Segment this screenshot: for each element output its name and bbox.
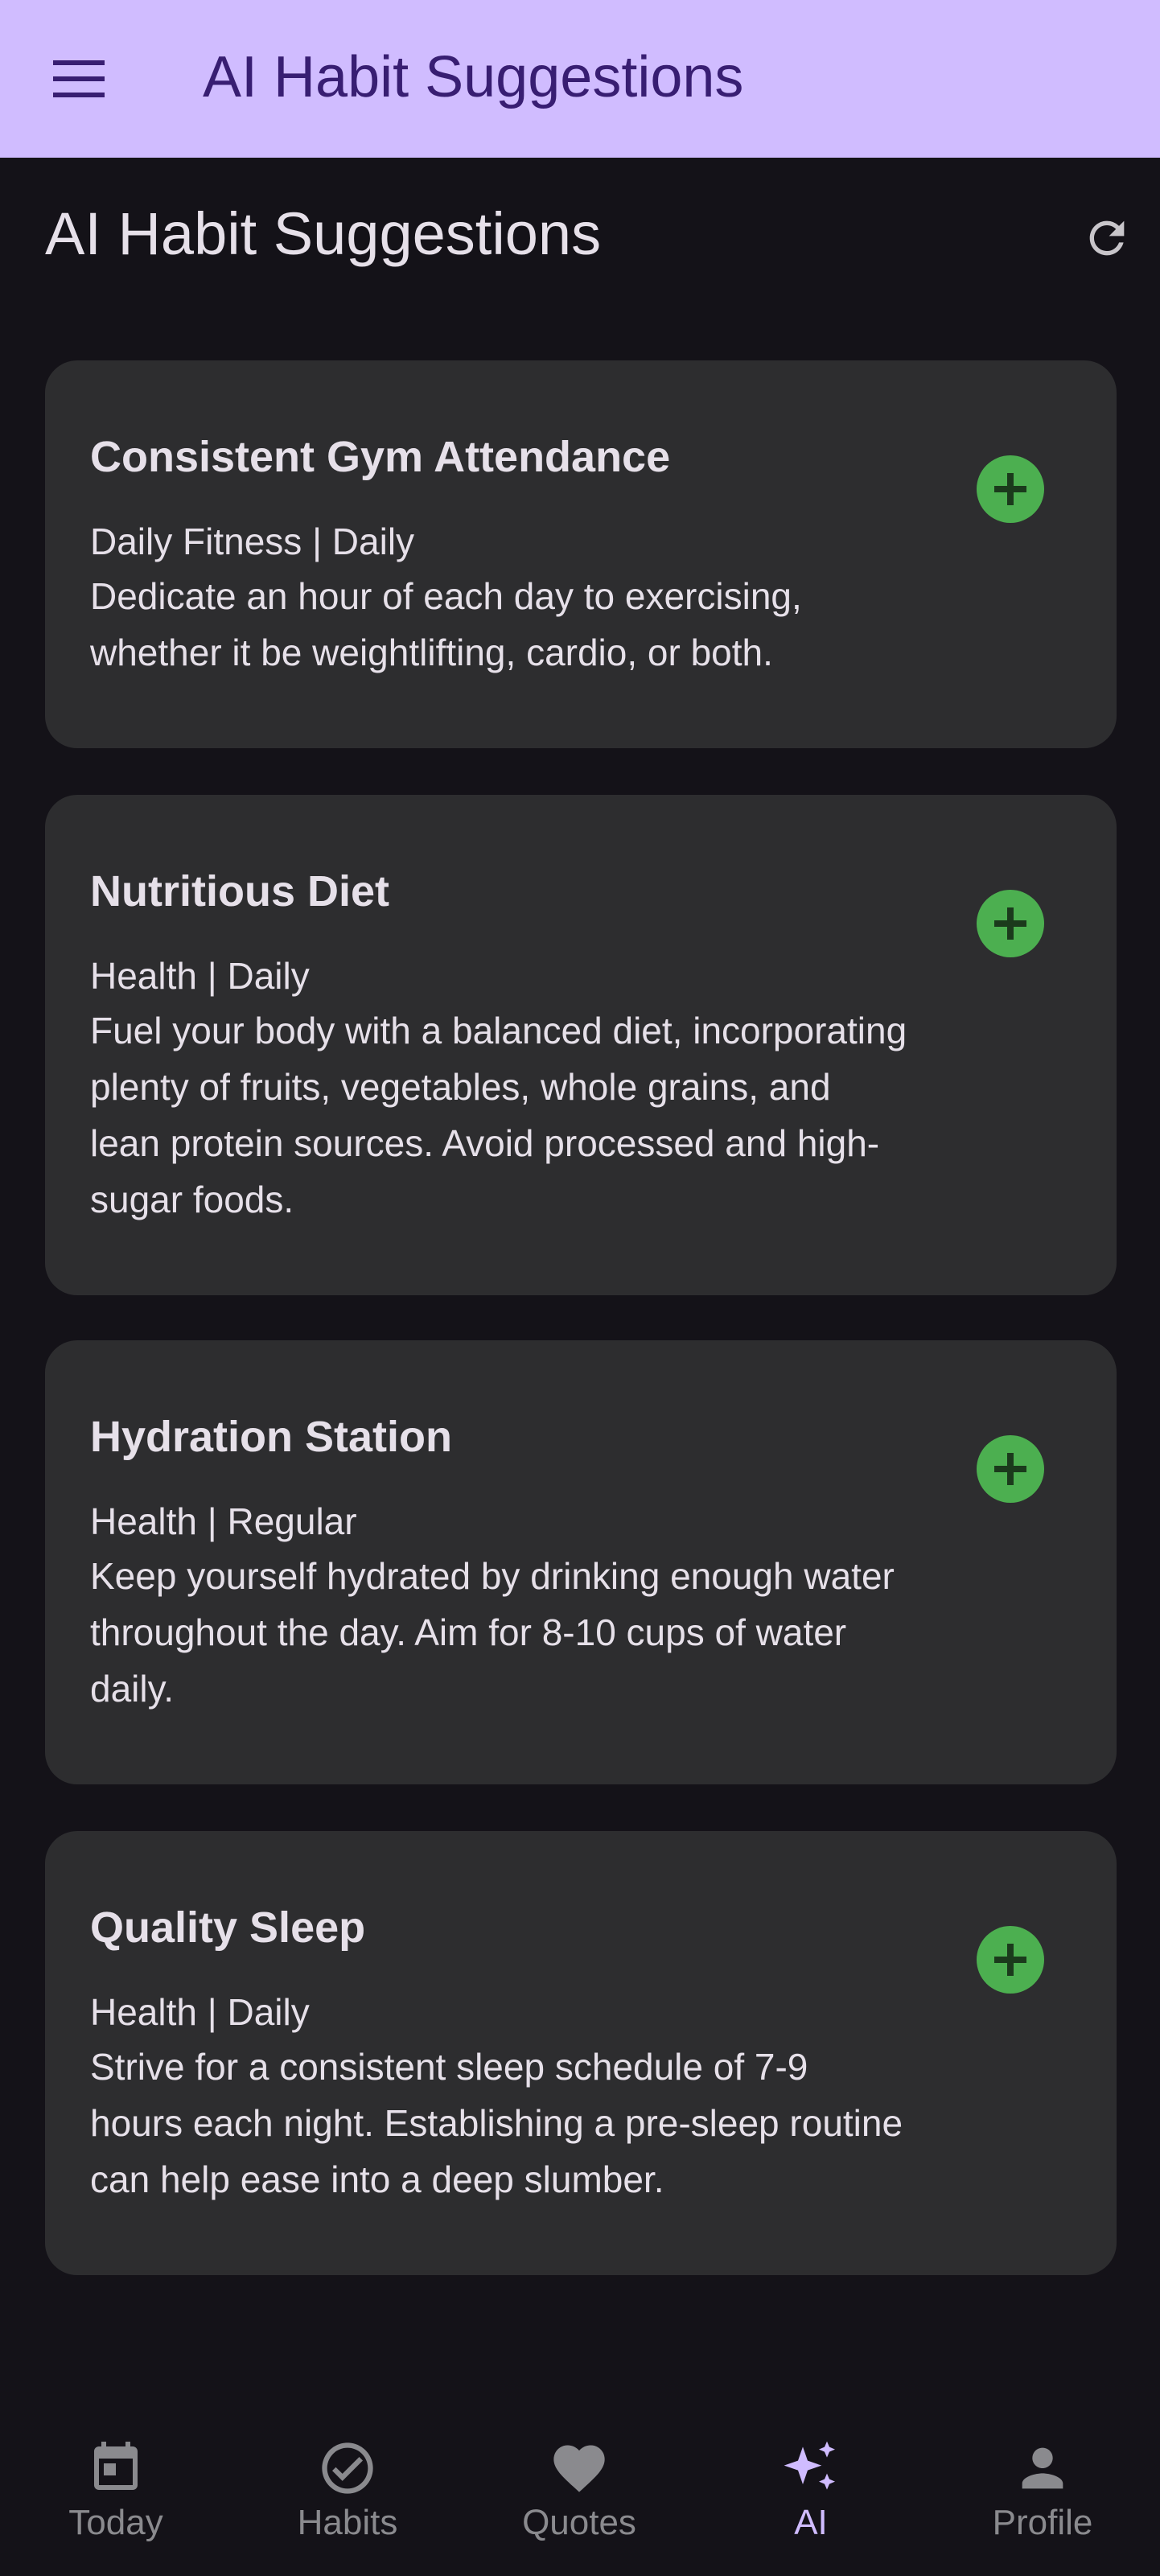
suggestion-title: Consistent Gym Attendance [90,433,671,481]
add-habit-button[interactable] [977,890,1044,957]
menu-button[interactable] [45,55,113,103]
suggestion-description: Strive for a consistent sleep schedule o… [90,2046,903,2200]
nav-item-profile[interactable]: Profile [927,2402,1158,2576]
nav-label: Quotes [522,2503,636,2542]
nav-label: Habits [297,2503,398,2542]
top-app-bar: AI Habit Suggestions [0,0,1160,158]
suggestion-card: Consistent Gym Attendance Daily Fitness … [45,360,1117,748]
suggestion-description: Fuel your body with a balanced diet, inc… [90,1010,907,1220]
suggestion-description: Dedicate an hour of each day to exercisi… [90,575,802,673]
app-bar-title: AI Habit Suggestions [203,45,744,109]
nav-label: AI [794,2503,828,2542]
refresh-icon [1089,220,1125,256]
suggestion-description: Keep yourself hydrated by drinking enoug… [90,1555,895,1710]
check-circle-icon [315,2436,380,2500]
suggestion-card: Quality Sleep Health | Daily Strive for … [45,1831,1117,2275]
menu-icon [53,60,105,97]
nav-item-ai[interactable]: AI [695,2402,927,2576]
nav-item-quotes[interactable]: Quotes [463,2402,695,2576]
add-icon [994,473,1026,505]
person-icon [1010,2436,1075,2500]
suggestion-title: Hydration Station [90,1413,453,1461]
suggestion-meta: Daily Fitness | Daily [90,521,415,562]
nav-label: Profile [992,2503,1093,2542]
add-icon [994,907,1026,940]
add-icon [994,1944,1026,1976]
nav-item-today[interactable]: Today [0,2402,232,2576]
suggestion-title: Nutritious Diet [90,867,389,916]
add-habit-button[interactable] [977,1926,1044,1994]
add-habit-button[interactable] [977,1435,1044,1503]
add-habit-button[interactable] [977,455,1044,523]
calendar-icon [84,2436,148,2500]
suggestion-meta: Health | Daily [90,1991,310,2033]
suggestion-meta: Health | Daily [90,955,310,997]
suggestion-meta: Health | Regular [90,1500,357,1542]
suggestion-card: Nutritious Diet Health | Daily Fuel your… [45,795,1117,1295]
page-title: AI Habit Suggestions [45,200,602,267]
heart-icon [547,2436,611,2500]
refresh-button[interactable] [1075,206,1139,270]
suggestion-title: Quality Sleep [90,1903,366,1952]
suggestion-card: Hydration Station Health | Regular Keep … [45,1340,1117,1784]
nav-item-habits[interactable]: Habits [232,2402,463,2576]
page-header: AI Habit Suggestions [0,158,1160,319]
bottom-navigation: Today Habits Quotes AI Profile [0,2402,1160,2576]
nav-label: Today [68,2503,163,2542]
sparkles-icon [779,2436,843,2500]
add-icon [994,1453,1026,1485]
